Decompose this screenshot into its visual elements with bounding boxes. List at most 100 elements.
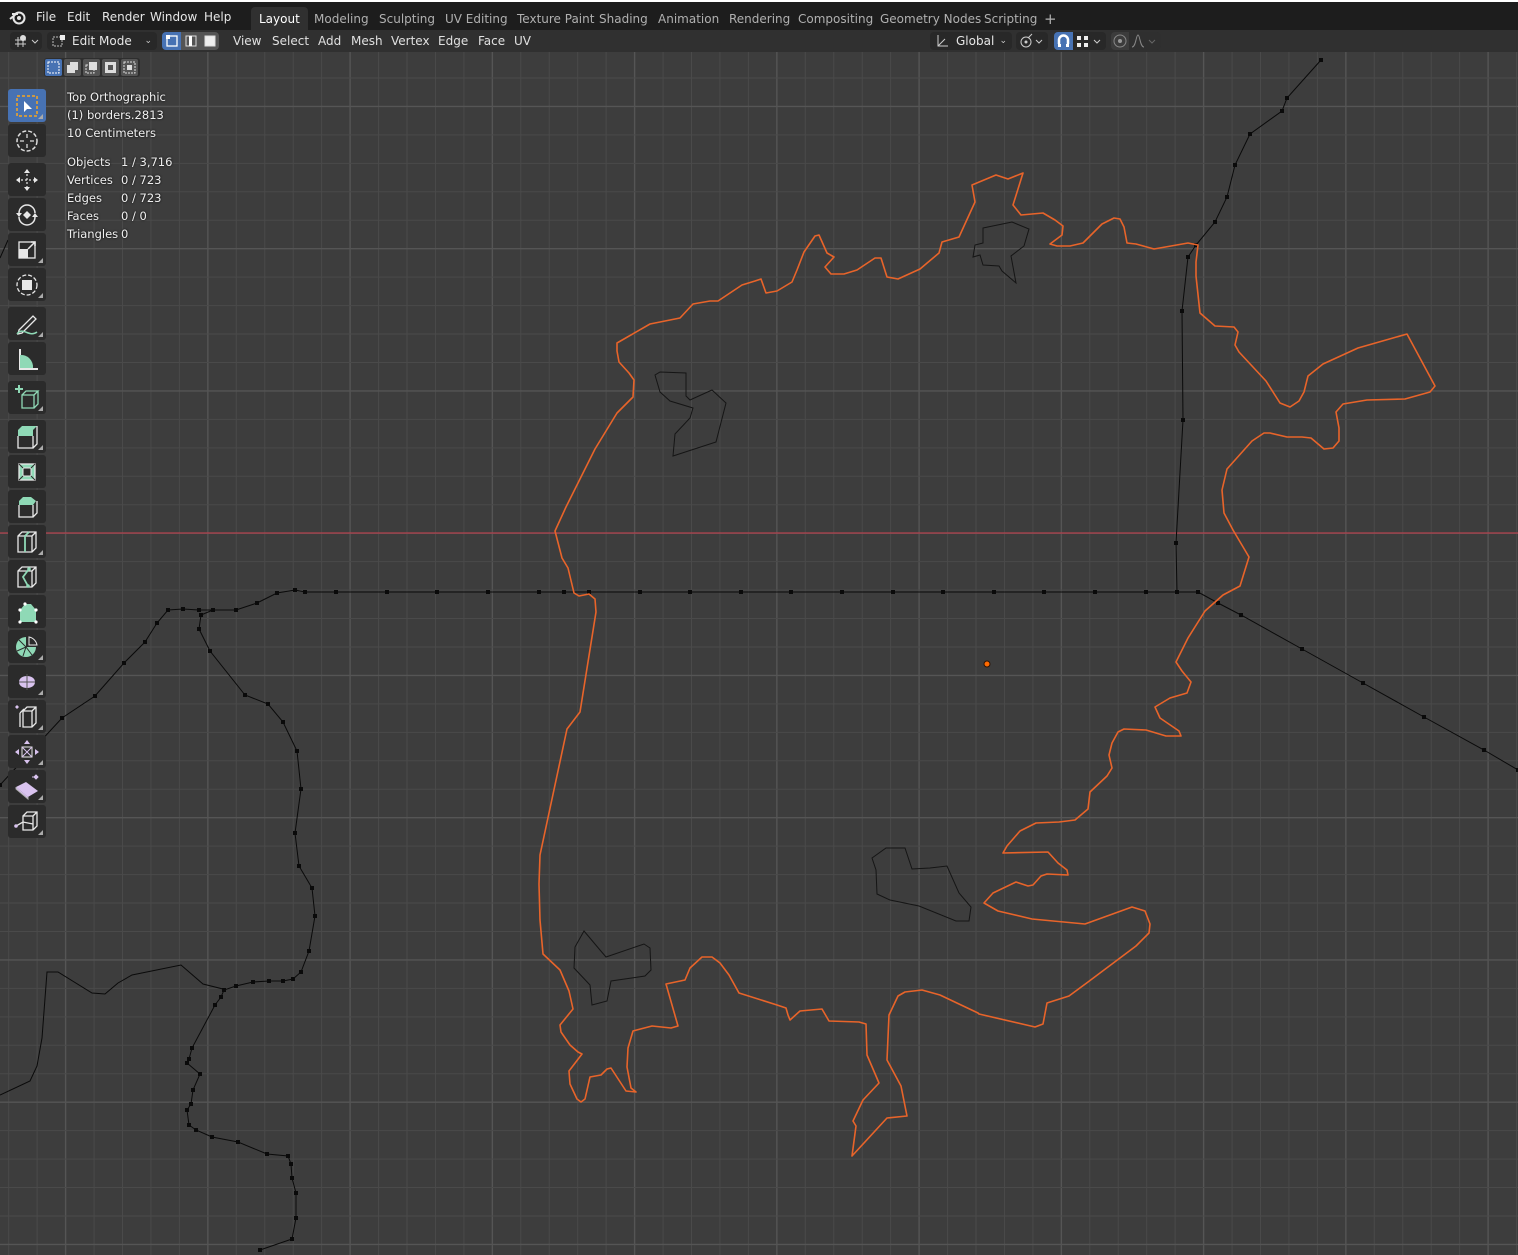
edge-select-icon	[185, 35, 197, 47]
stat-faces: Faces 0 / 0	[67, 209, 147, 223]
tab-animation[interactable]: Animation	[650, 7, 727, 32]
vertex-point	[291, 977, 295, 981]
rotate-tool[interactable]	[8, 198, 46, 231]
menu-render[interactable]: Render	[98, 8, 149, 26]
mode-dropdown[interactable]: Edit Mode ⌄	[47, 32, 157, 50]
snap-target-dropdown[interactable]	[1073, 32, 1106, 50]
vertex-point	[739, 590, 743, 594]
set-new-selection-button[interactable]	[45, 59, 62, 76]
vertex-point	[638, 590, 642, 594]
edge-select-mode-button[interactable]	[181, 32, 200, 50]
add-workspace-button[interactable]: +	[1036, 7, 1065, 32]
extrude-region-tool[interactable]	[8, 420, 46, 453]
select-box-tool[interactable]	[8, 89, 46, 122]
edge-slide-tool[interactable]	[8, 700, 46, 733]
editor-type-button[interactable]	[10, 32, 42, 50]
falloff-dropdown[interactable]	[1129, 32, 1161, 50]
vertex-point	[1300, 647, 1304, 651]
vertex-select-mode-button[interactable]	[162, 32, 181, 50]
move-icon	[16, 168, 38, 191]
shear-tool[interactable]	[8, 770, 46, 803]
knife-tool[interactable]	[8, 560, 46, 593]
scale-tool[interactable]	[8, 233, 46, 266]
menu-uv[interactable]: UV	[514, 32, 531, 50]
vertex-point	[208, 649, 212, 653]
tab-uv-editing[interactable]: UV Editing	[437, 7, 516, 32]
vertex-point	[688, 590, 692, 594]
pivot-point-dropdown[interactable]	[1016, 32, 1048, 50]
blender-logo-icon[interactable]	[8, 8, 26, 26]
tab-modeling[interactable]: Modeling	[306, 7, 377, 32]
menu-face[interactable]: Face	[478, 32, 505, 50]
menu-select[interactable]: Select	[272, 32, 309, 50]
measure-tool[interactable]	[8, 342, 46, 375]
shrink-fatten-tool[interactable]	[8, 735, 46, 768]
menu-file[interactable]: File	[32, 8, 60, 26]
annotate-tool[interactable]	[8, 307, 46, 340]
invert-selection-button[interactable]	[102, 59, 119, 76]
poly-build-tool[interactable]	[8, 595, 46, 628]
vertex-point	[122, 661, 126, 665]
menu-view[interactable]: View	[233, 32, 261, 50]
3d-viewport[interactable]: Top Orthographic (1) borders.2813 10 Cen…	[0, 52, 1518, 1255]
spin-tool[interactable]	[8, 630, 46, 663]
tab-texture-paint[interactable]: Texture Paint	[509, 7, 602, 32]
cursor-tool[interactable]	[8, 124, 46, 157]
tab-layout[interactable]: Layout	[251, 7, 308, 32]
stat-triangles: Triangles 0	[67, 227, 129, 241]
tab-rendering[interactable]: Rendering	[721, 7, 798, 32]
tab-shading[interactable]: Shading	[591, 7, 656, 32]
tab-geometry-nodes[interactable]: Geometry Nodes	[872, 7, 989, 32]
vertex-point	[275, 591, 279, 595]
viewport-canvas[interactable]	[0, 52, 1518, 1255]
menu-window[interactable]: Window	[146, 8, 201, 26]
bevel-tool[interactable]	[8, 490, 46, 523]
grid-scale: 10 Centimeters	[67, 126, 156, 140]
vertex-point	[313, 914, 317, 918]
object-name: (1) borders.2813	[67, 108, 164, 122]
move-tool[interactable]	[8, 163, 46, 196]
vertex-point	[281, 720, 285, 724]
submenu-indicator	[38, 550, 43, 555]
vertex-point	[293, 831, 297, 835]
tool-shelf	[8, 89, 48, 840]
intersect-selection-button[interactable]	[121, 59, 138, 76]
vertex-point	[286, 1154, 290, 1158]
menu-edit[interactable]: Edit	[63, 8, 94, 26]
inset-faces-tool[interactable]	[8, 455, 46, 488]
menu-edge[interactable]: Edge	[438, 32, 468, 50]
vertex-point	[255, 601, 259, 605]
inset-faces-icon	[18, 462, 36, 481]
subtract-selection-button[interactable]	[83, 59, 100, 76]
transform-tool[interactable]	[8, 268, 46, 301]
vertex-point	[191, 1088, 195, 1092]
vertex-point	[1196, 590, 1200, 594]
add-cube-tool[interactable]	[8, 381, 46, 414]
vertex-point	[334, 590, 338, 594]
extend-selection-button[interactable]	[64, 59, 81, 76]
menu-add[interactable]: Add	[318, 32, 341, 50]
face-select-mode-button[interactable]	[200, 32, 219, 50]
vertex-point	[267, 979, 271, 983]
orientation-label: Global	[956, 34, 995, 48]
menu-vertex[interactable]: Vertex	[391, 32, 430, 50]
tab-compositing[interactable]: Compositing	[790, 7, 881, 32]
vertex-point	[197, 608, 201, 612]
vertex-point	[93, 694, 97, 698]
tab-scripting[interactable]: Scripting	[976, 7, 1045, 32]
vertex-point	[303, 590, 307, 594]
vertex-point	[187, 1057, 191, 1061]
tab-sculpting[interactable]: Sculpting	[371, 7, 443, 32]
snap-toggle[interactable]	[1054, 32, 1073, 50]
transform-orientation-dropdown[interactable]: Global ⌄	[930, 32, 1012, 50]
rip-region-tool[interactable]	[8, 805, 46, 838]
edit-mode-icon	[52, 35, 65, 47]
vertex-point	[1175, 590, 1179, 594]
proportional-edit-toggle[interactable]	[1111, 32, 1129, 50]
loop-cut-tool[interactable]	[8, 525, 46, 558]
viewport-info-overlay: Top Orthographic (1) borders.2813 10 Cen…	[67, 88, 172, 243]
vertex-point	[290, 1237, 294, 1241]
smooth-tool[interactable]	[8, 665, 46, 698]
menu-help[interactable]: Help	[200, 8, 235, 26]
menu-mesh[interactable]: Mesh	[351, 32, 383, 50]
